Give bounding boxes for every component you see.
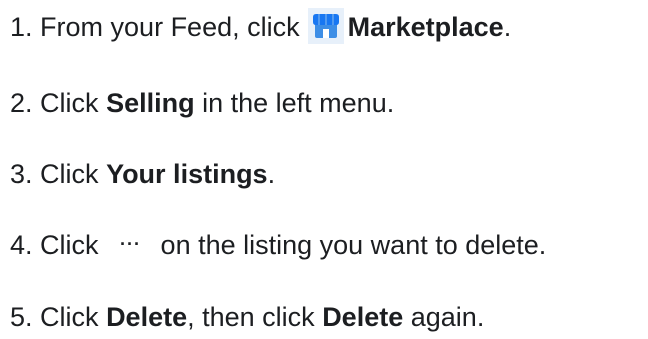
step-text: From your Feed, click [40,12,300,42]
step-text: Click [40,230,99,260]
selling-label: Selling [106,88,195,118]
step-punctuation: . [267,159,276,189]
delete-label: Delete [106,302,188,332]
delete-label-2: Delete [322,302,404,332]
marketplace-label: Marketplace [347,12,504,42]
step-number: 5. [10,302,33,332]
step-text-middle: , then click [187,302,315,332]
step-number: 3. [10,159,33,189]
step-text-after: on the listing you want to delete. [160,230,547,260]
step-text-after: again. [410,302,485,332]
step-2: 2. Click Selling in the left menu. [10,85,394,121]
step-1: 1. From your Feed, click Marketplace. [10,7,512,45]
your-listings-label: Your listings [106,159,268,189]
marketplace-icon [307,7,344,44]
step-number: 2. [10,88,33,118]
step-4: 4. Click ··· on the listing you want to de… [10,227,546,263]
step-text-after: in the left menu. [202,88,395,118]
step-text: Click [40,88,99,118]
step-3: 3. Click Your listings. [10,156,275,192]
step-number: 4. [10,230,33,260]
step-number: 1. [10,12,33,42]
more-options-icon: ··· [120,233,142,254]
step-text: Click [40,302,99,332]
step-text: Click [40,159,99,189]
step-punctuation: . [503,12,512,42]
step-5: 5. Click Delete, then click Delete again… [10,299,484,335]
